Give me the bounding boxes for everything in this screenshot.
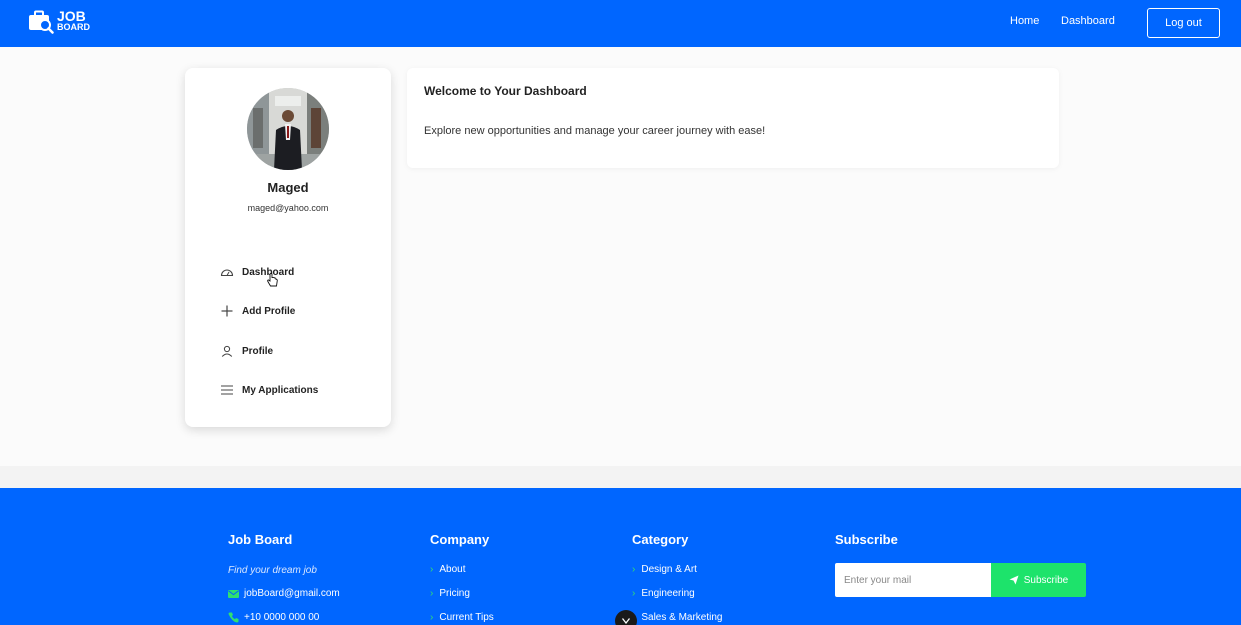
logo-text-board: BOARD (57, 22, 90, 32)
chevron-right-icon: › (430, 564, 434, 575)
footer-tagline: Find your dream job (228, 565, 317, 576)
subscribe-email-input[interactable] (835, 563, 991, 597)
footer-category-heading: Category (632, 531, 688, 549)
chevron-right-icon: › (632, 564, 636, 575)
welcome-subtitle: Explore new opportunities and manage you… (424, 125, 766, 137)
footer-phone[interactable]: +10 0000 000 00 (228, 612, 319, 623)
footer-link-label: Design & Art (641, 564, 697, 575)
briefcase-search-icon (28, 10, 54, 34)
sidebar-item-dashboard[interactable]: Dashboard (219, 264, 294, 280)
plus-icon (219, 303, 235, 319)
footer-email-text: jobBoard@gmail.com (244, 588, 340, 599)
footer-link-current-tips[interactable]: › Current Tips (430, 612, 494, 623)
welcome-card: Welcome to Your Dashboard Explore new op… (407, 68, 1059, 168)
user-icon (219, 343, 235, 359)
sidebar-item-label: Add Profile (242, 305, 296, 317)
footer-heading: Subscribe (835, 532, 898, 547)
envelope-icon (228, 589, 239, 598)
chevron-right-icon: › (430, 612, 434, 623)
chat-bubble-icon[interactable] (615, 610, 637, 625)
footer-phone-text: +10 0000 000 00 (244, 612, 320, 623)
profile-name: Maged (267, 180, 309, 195)
sidebar-item-label: Profile (242, 345, 274, 357)
logout-button[interactable]: Log out (1147, 8, 1220, 38)
footer-heading: Category (632, 532, 689, 547)
profile-sidebar-card: Maged maged@yahoo.com Dashboard Add Prof… (185, 68, 391, 427)
top-navbar: JOB BOARD Home Dashboard Log out (0, 0, 1241, 47)
footer-link-design-art[interactable]: › Design & Art (632, 564, 697, 575)
dashboard-gauge-icon (219, 264, 235, 280)
footer-subscribe-heading: Subscribe (835, 531, 898, 549)
phone-icon (228, 612, 239, 623)
footer-link-label: Engineering (641, 588, 695, 599)
footer-link-label: Pricing (439, 588, 470, 599)
sidebar-item-profile[interactable]: Profile (219, 343, 273, 359)
chevron-right-icon: › (632, 588, 636, 599)
list-icon (219, 382, 235, 398)
sidebar-item-label: My Applications (242, 384, 319, 396)
footer: Job Board Company Category Subscribe Fin… (0, 488, 1241, 625)
footer-divider (0, 466, 1241, 488)
logo-text-job: JOB (57, 8, 86, 24)
sidebar-item-add-profile[interactable]: Add Profile (219, 303, 295, 319)
footer-company-heading: Company (430, 531, 489, 549)
paper-plane-icon (1009, 575, 1019, 585)
subscribe-button-label: Subscribe (1023, 574, 1069, 586)
job-board-logo[interactable]: JOB BOARD (28, 9, 90, 35)
footer-jobboard-heading: Job Board (228, 531, 292, 549)
footer-heading: Company (430, 532, 490, 547)
welcome-title: Welcome to Your Dashboard (424, 84, 587, 98)
nav-dashboard-link[interactable]: Dashboard (1061, 15, 1115, 27)
footer-link-engineering[interactable]: › Engineering (632, 588, 695, 599)
nav-home-link[interactable]: Home (1010, 15, 1039, 27)
hand-cursor-icon (267, 273, 278, 292)
footer-link-label: Sales & Marketing (641, 612, 723, 623)
footer-link-about[interactable]: › About (430, 564, 465, 575)
chevron-right-icon: › (430, 588, 434, 599)
footer-link-label: About (439, 564, 466, 575)
footer-email[interactable]: jobBoard@gmail.com (228, 588, 340, 599)
footer-heading: Job Board (228, 532, 293, 547)
profile-email: maged@yahoo.com (247, 203, 329, 213)
footer-link-pricing[interactable]: › Pricing (430, 588, 470, 599)
subscribe-button[interactable]: Subscribe (991, 563, 1086, 597)
sidebar-item-my-applications[interactable]: My Applications (219, 382, 318, 398)
avatar (247, 88, 329, 170)
footer-link-sales-marketing[interactable]: ›Sales & Marketing (632, 612, 723, 623)
footer-link-label: Current Tips (439, 612, 494, 623)
